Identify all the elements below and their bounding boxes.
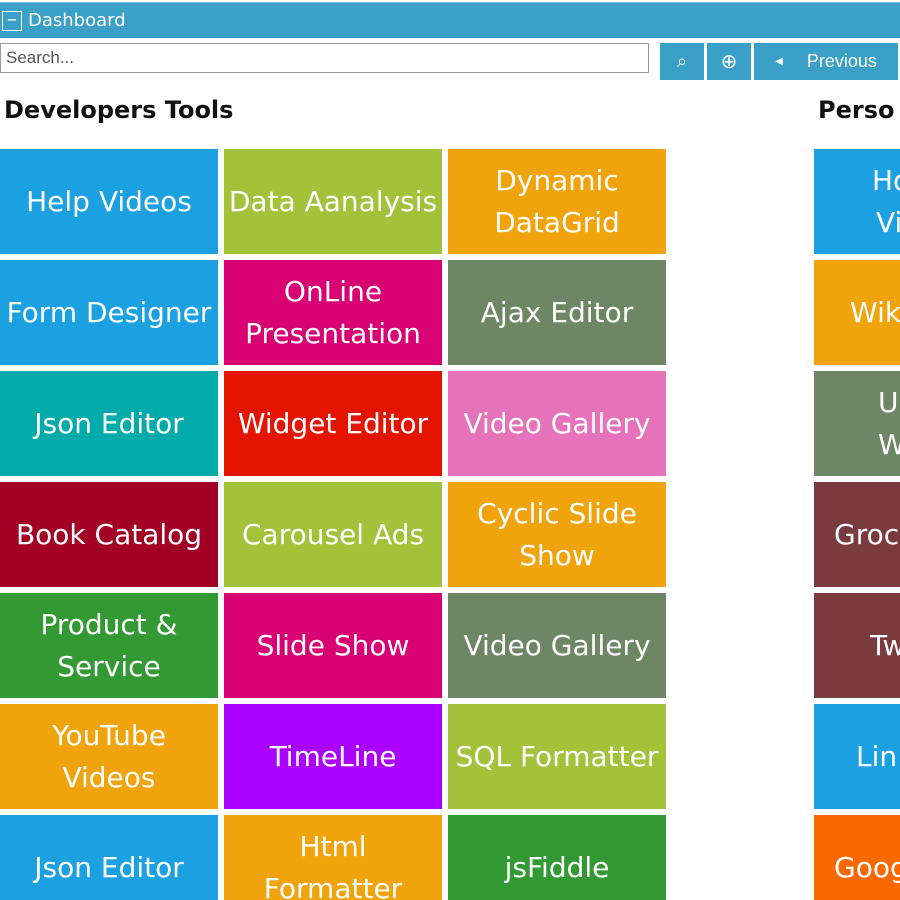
tile-label: Json Editor	[34, 406, 184, 440]
tile-label: Dynamic DataGrid	[494, 163, 620, 239]
personal-tile-5[interactable]: Tw	[814, 593, 900, 698]
tile-label-line1: Tw	[870, 628, 900, 662]
tile-label: Widget Editor	[237, 406, 429, 440]
search-icon: ⌕	[676, 51, 688, 71]
tile-label-line1: Goog	[834, 850, 900, 884]
personal-tile-2[interactable]: Wik	[814, 260, 900, 365]
personal-tile-1[interactable]: Ho Vi	[814, 149, 900, 254]
tile-sql-formatter[interactable]: SQL Formatter	[448, 704, 666, 809]
collapse-icon[interactable]: −	[2, 10, 22, 31]
tile-label-line1: Wik	[850, 295, 900, 329]
tile-video-gallery[interactable]: Video Gallery	[448, 371, 666, 476]
section-title-developers: Developers Tools	[4, 96, 234, 124]
tile-label: Html Formatter	[263, 829, 403, 900]
tile-json-editor[interactable]: Json Editor	[0, 371, 218, 476]
tile-label: jsFiddle	[504, 850, 610, 884]
search-button[interactable]: ⌕	[660, 43, 704, 80]
tile-label-line1: Ho	[872, 163, 900, 197]
tile-ajax-editor[interactable]: Ajax Editor	[448, 260, 666, 365]
tile-label: Video Gallery	[463, 406, 651, 440]
personal-tile-7[interactable]: Goog	[814, 815, 900, 900]
tile-html-formatter[interactable]: Html Formatter	[224, 815, 442, 900]
personal-tile-3[interactable]: U Wi	[814, 371, 900, 476]
tile-label: SQL Formatter	[455, 739, 659, 773]
previous-button[interactable]: ◀ Previous	[754, 43, 898, 80]
tile-label-line2: Vi	[876, 205, 900, 239]
tile-label: OnLine Presentation	[245, 274, 421, 350]
tile-product-service[interactable]: Product & Service	[0, 593, 218, 698]
tile-label: Help Videos	[26, 184, 192, 218]
window-titlebar: − Dashboard	[0, 2, 900, 38]
tile-label: TimeLine	[269, 739, 397, 773]
tile-label: Carousel Ads	[242, 517, 424, 551]
tile-book-catalog[interactable]: Book Catalog	[0, 482, 218, 587]
tile-label: Ajax Editor	[480, 295, 634, 329]
tile-label: Json Editor	[34, 850, 184, 884]
tile-label-line1: U	[878, 385, 899, 419]
tile-cyclic-slide-show[interactable]: Cyclic Slide Show	[448, 482, 666, 587]
add-button[interactable]: ⊕	[707, 43, 751, 80]
previous-label: Previous	[806, 51, 877, 71]
plus-circle-icon: ⊕	[720, 51, 738, 73]
tile-online-presentation[interactable]: OnLine Presentation	[224, 260, 442, 365]
tile-label: Product & Service	[40, 607, 178, 683]
tile-label: Cyclic Slide Show	[477, 496, 637, 572]
tile-label-line2: Wi	[878, 427, 900, 461]
tile-json-editor[interactable]: Json Editor	[0, 815, 218, 900]
personal-tile-6[interactable]: Lin	[814, 704, 900, 809]
tile-label: Book Catalog	[15, 517, 203, 551]
tile-youtube-videos[interactable]: YouTube Videos	[0, 704, 218, 809]
tile-jsfiddle[interactable]: jsFiddle	[448, 815, 666, 900]
tile-video-gallery[interactable]: Video Gallery	[448, 593, 666, 698]
tile-data-aanalysis[interactable]: Data Aanalysis	[224, 149, 442, 254]
chevron-left-icon: ◀	[775, 56, 783, 67]
tile-slide-show[interactable]: Slide Show	[224, 593, 442, 698]
search-input[interactable]	[0, 43, 649, 73]
tile-form-designer[interactable]: Form Designer	[0, 260, 218, 365]
section-title-personal: Perso	[818, 96, 895, 124]
tile-label-line1: Groc	[834, 517, 900, 551]
tile-label: YouTube Videos	[52, 718, 166, 794]
tile-widget-editor[interactable]: Widget Editor	[224, 371, 442, 476]
tile-timeline[interactable]: TimeLine	[224, 704, 442, 809]
tile-label: Video Gallery	[463, 628, 651, 662]
tile-label-line1: Lin	[856, 739, 898, 773]
tile-carousel-ads[interactable]: Carousel Ads	[224, 482, 442, 587]
personal-tile-4[interactable]: Groc	[814, 482, 900, 587]
tile-label: Slide Show	[256, 628, 410, 662]
tile-help-videos[interactable]: Help Videos	[0, 149, 218, 254]
tile-label: Data Aanalysis	[228, 184, 438, 218]
tile-dynamic-datagrid[interactable]: Dynamic DataGrid	[448, 149, 666, 254]
tile-label: Form Designer	[6, 295, 212, 329]
window-title: Dashboard	[28, 10, 126, 31]
